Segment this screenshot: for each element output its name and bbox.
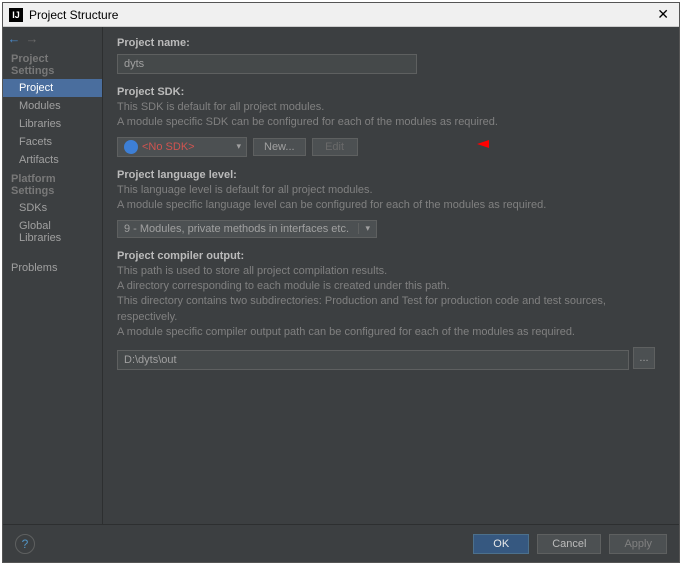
project-sdk-section: Project SDK: This SDK is default for all… — [117, 86, 665, 157]
sidebar-item-libraries[interactable]: Libraries — [3, 115, 102, 133]
language-level-select[interactable]: 9 - Modules, private methods in interfac… — [117, 220, 377, 238]
content-panel: Project name: Project SDK: This SDK is d… — [103, 27, 679, 524]
section-platform-settings: Platform Settings — [3, 169, 102, 199]
language-level-value: 9 - Modules, private methods in interfac… — [124, 223, 349, 235]
close-icon[interactable]: ✕ — [653, 6, 673, 23]
compiler-output-section: Project compiler output: This path is us… — [117, 250, 665, 370]
chevron-down-icon: ▾ — [358, 223, 370, 234]
section-project-settings: Project Settings — [3, 49, 102, 79]
language-level-desc2: A module specific language level can be … — [117, 198, 665, 213]
new-sdk-button[interactable]: New... — [253, 138, 306, 156]
sidebar-item-sdks[interactable]: SDKs — [3, 199, 102, 217]
sidebar-item-global-libraries[interactable]: Global Libraries — [3, 217, 102, 247]
titlebar: IJ Project Structure ✕ — [3, 3, 679, 27]
project-structure-dialog: IJ Project Structure ✕ ← → Project Setti… — [2, 2, 680, 563]
sdk-select-value: <No SDK> — [142, 141, 195, 153]
window-title: Project Structure — [29, 8, 653, 22]
language-level-section: Project language level: This language le… — [117, 169, 665, 238]
app-icon: IJ — [9, 8, 23, 22]
sidebar-item-modules[interactable]: Modules — [3, 97, 102, 115]
sidebar-toolbar: ← → — [3, 27, 102, 49]
language-level-desc1: This language level is default for all p… — [117, 183, 665, 198]
sidebar-item-artifacts[interactable]: Artifacts — [3, 151, 102, 169]
dialog-footer: ? OK Cancel Apply — [3, 524, 679, 562]
project-sdk-desc1: This SDK is default for all project modu… — [117, 100, 665, 115]
main-area: ← → Project Settings Project Modules Lib… — [3, 27, 679, 524]
project-name-label: Project name: — [117, 37, 665, 49]
project-name-section: Project name: — [117, 37, 665, 74]
sidebar-item-problems[interactable]: Problems — [3, 259, 102, 277]
sidebar-item-project[interactable]: Project — [3, 79, 102, 97]
project-sdk-desc2: A module specific SDK can be configured … — [117, 115, 665, 130]
compiler-output-desc3: This directory contains two subdirectori… — [117, 294, 665, 325]
cancel-button[interactable]: Cancel — [537, 534, 601, 554]
forward-icon[interactable]: → — [25, 31, 39, 45]
compiler-output-row: ... — [117, 347, 665, 370]
annotation-arrow — [477, 140, 547, 148]
ok-button[interactable]: OK — [473, 534, 529, 554]
compiler-output-input[interactable] — [117, 350, 629, 370]
project-sdk-label: Project SDK: — [117, 86, 665, 98]
compiler-output-desc4: A module specific compiler output path c… — [117, 325, 665, 340]
help-icon[interactable]: ? — [15, 534, 35, 554]
browse-button[interactable]: ... — [633, 347, 655, 369]
edit-sdk-button[interactable]: Edit — [312, 138, 358, 156]
sdk-select[interactable]: <No SDK> — [117, 137, 247, 157]
sdk-row: <No SDK> New... Edit — [117, 137, 665, 157]
sidebar: ← → Project Settings Project Modules Lib… — [3, 27, 103, 524]
apply-button[interactable]: Apply — [609, 534, 667, 554]
language-level-label: Project language level: — [117, 169, 665, 181]
project-name-input[interactable] — [117, 54, 417, 74]
back-icon[interactable]: ← — [7, 31, 21, 45]
compiler-output-label: Project compiler output: — [117, 250, 665, 262]
sidebar-item-facets[interactable]: Facets — [3, 133, 102, 151]
compiler-output-desc1: This path is used to store all project c… — [117, 264, 665, 279]
sdk-icon — [124, 140, 138, 154]
compiler-output-desc2: A directory corresponding to each module… — [117, 279, 665, 294]
